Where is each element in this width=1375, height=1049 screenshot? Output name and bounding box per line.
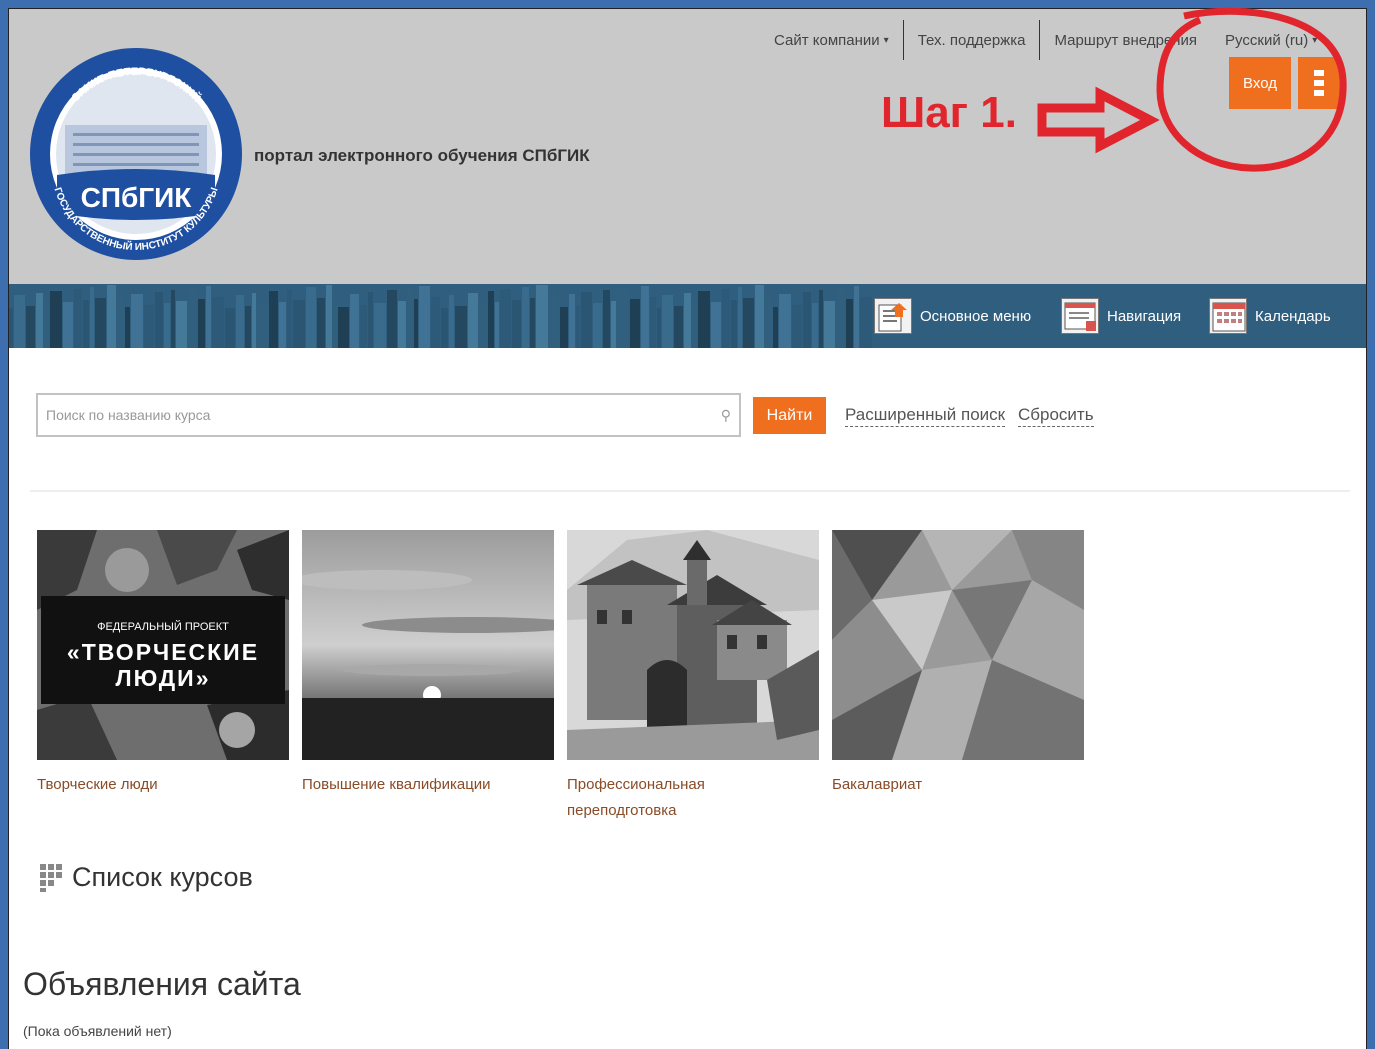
category-card[interactable]: Профессиональная переподготовка — [567, 530, 819, 824]
category-image[interactable]: ФЕДЕРАЛЬНЫЙ ПРОЕКТ «ТВОРЧЕСКИЕ ЛЮДИ» — [37, 530, 289, 760]
more-vertical-icon — [1314, 70, 1324, 96]
category-card[interactable]: Бакалавриат — [832, 530, 1084, 798]
sunset-image — [302, 530, 554, 760]
category-link[interactable]: Повышение квалификации — [302, 772, 554, 798]
category-image[interactable] — [567, 530, 819, 760]
company-site-menu[interactable]: Сайт компании ▾ — [760, 20, 903, 60]
category-link[interactable]: Бакалавриат — [832, 772, 1084, 798]
find-button[interactable]: Найти — [753, 397, 826, 434]
poster-big-text-2: ЛЮДИ» — [116, 665, 211, 691]
user-menu-button[interactable] — [1298, 57, 1340, 109]
news-empty-message: (Пока объявлений нет) — [23, 1023, 172, 1039]
navigation-label: Навигация — [1107, 307, 1182, 325]
course-search-input[interactable]: Поиск по названию курса ⚲ — [36, 393, 741, 437]
portal-title: портал электронного обучения СПбГИК — [254, 146, 590, 165]
login-button[interactable]: Вход — [1229, 57, 1291, 109]
company-site-label: Сайт компании — [774, 31, 880, 49]
route-link[interactable]: Маршрут внедрения — [1040, 20, 1211, 60]
step-annotation-label: Шаг 1. — [881, 88, 1017, 137]
navigation-link[interactable]: Навигация — [1061, 298, 1181, 334]
category-card[interactable]: ФЕДЕРАЛЬНЫЙ ПРОЕКТ «ТВОРЧЕСКИЕ ЛЮДИ» Тво… — [37, 530, 289, 798]
institute-logo[interactable]: СПбГИК САНКТ-ПЕТЕРБУРГСКИЙ ГОСУДАРСТВЕНН… — [27, 45, 245, 263]
grid-icon — [40, 863, 62, 892]
castle-image — [567, 530, 819, 760]
category-image[interactable] — [832, 530, 1084, 760]
advanced-search-link[interactable]: Расширенный поиск — [845, 405, 1006, 427]
language-label: Русский (ru) — [1225, 31, 1309, 49]
reset-search-link[interactable]: Сбросить — [1018, 405, 1094, 427]
search-placeholder: Поиск по названию курса — [46, 407, 211, 423]
news-heading: Объявления сайта — [23, 966, 301, 1002]
creative-people-poster: ФЕДЕРАЛЬНЫЙ ПРОЕКТ «ТВОРЧЕСКИЕ ЛЮДИ» — [37, 530, 289, 760]
navigation-icon — [1061, 298, 1099, 334]
category-card[interactable]: Повышение квалификации — [302, 530, 554, 798]
course-list-label: Список курсов — [72, 862, 253, 892]
support-label: Тех. поддержка — [917, 31, 1026, 49]
caret-down-icon: ▾ — [1312, 34, 1318, 46]
logo-center-text: СПбГИК — [81, 182, 193, 213]
language-menu[interactable]: Русский (ru) ▾ — [1211, 20, 1331, 60]
navigation-banner: Основное меню Навигация Календарь — [9, 284, 1366, 348]
divider — [30, 490, 1350, 492]
polygon-pattern-image — [832, 530, 1084, 760]
calendar-link[interactable]: Календарь — [1209, 298, 1331, 334]
main-menu-label: Основное меню — [920, 307, 1032, 325]
category-image[interactable] — [302, 530, 554, 760]
search-icon: ⚲ — [720, 406, 731, 423]
main-menu-link[interactable]: Основное меню — [874, 298, 1031, 334]
calendar-icon — [1209, 298, 1247, 334]
poster-small-text: ФЕДЕРАЛЬНЫЙ ПРОЕКТ — [97, 620, 229, 633]
route-label: Маршрут внедрения — [1054, 31, 1198, 49]
course-list-heading[interactable]: Список курсов — [40, 862, 253, 893]
top-navigation: Сайт компании ▾ Тех. поддержка Маршрут в… — [760, 20, 1331, 60]
home-menu-icon — [874, 298, 912, 334]
caret-down-icon: ▾ — [883, 34, 889, 46]
category-link[interactable]: Профессиональная переподготовка — [567, 772, 737, 824]
support-link[interactable]: Тех. поддержка — [904, 20, 1040, 60]
category-link[interactable]: Творческие люди — [37, 772, 289, 798]
calendar-label: Календарь — [1255, 307, 1331, 325]
poster-big-text-1: «ТВОРЧЕСКИЕ — [67, 639, 259, 665]
